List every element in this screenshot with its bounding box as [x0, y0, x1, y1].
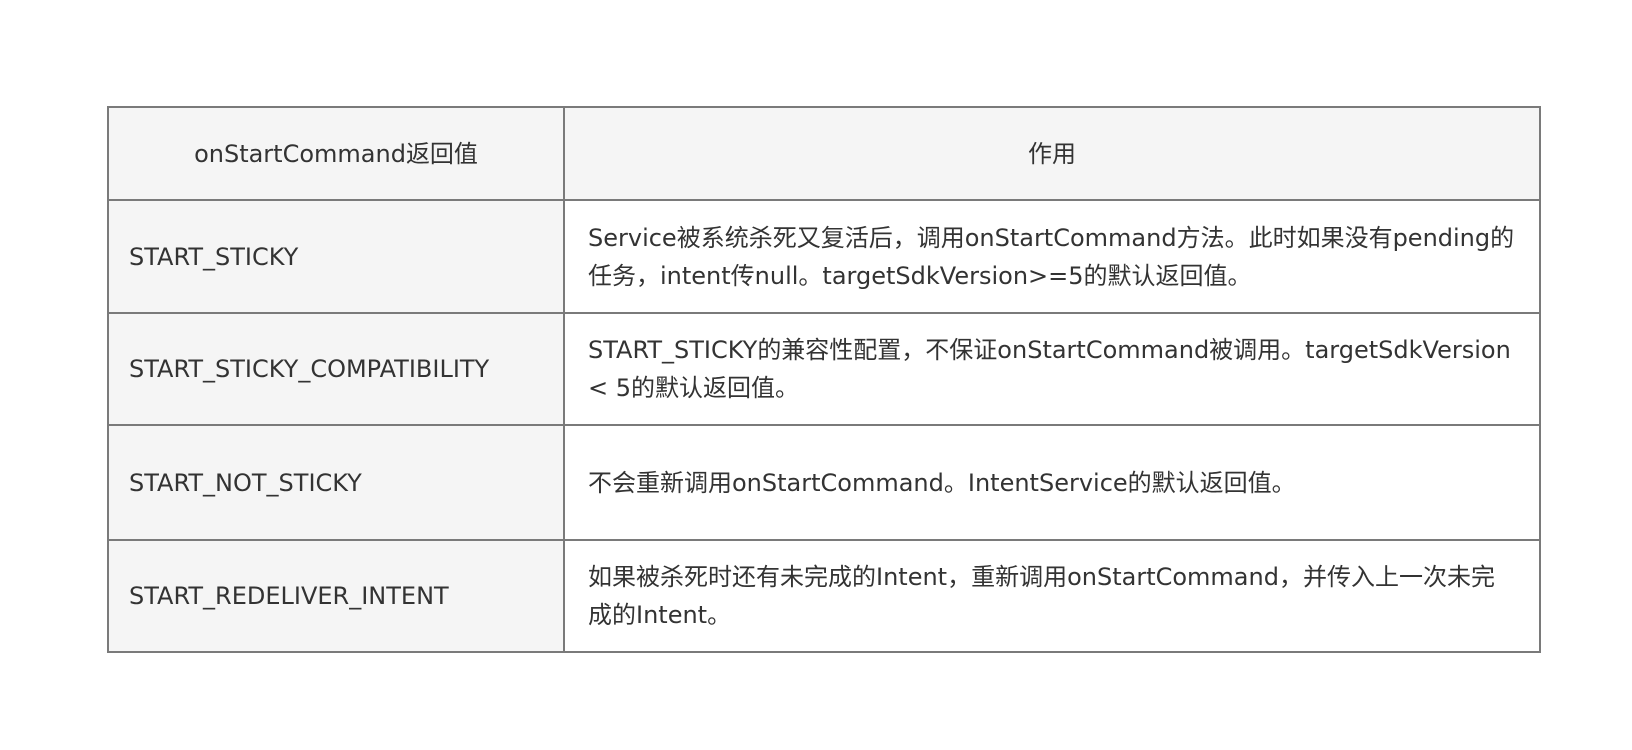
return-values-table: onStartCommand返回值 作用 START_STICKY Servic… — [107, 106, 1541, 653]
return-value-description: START_STICKY的兼容性配置，不保证onStartCommand被调用。… — [563, 312, 1541, 426]
description-text: Service被系统杀死又复活后，调用onStartCommand方法。此时如果… — [588, 223, 1515, 290]
return-value-name: START_REDELIVER_INTENT — [107, 539, 565, 653]
table-header-row: onStartCommand返回值 作用 — [107, 106, 1541, 201]
header-purpose: 作用 — [563, 106, 1541, 201]
header-return-value: onStartCommand返回值 — [107, 106, 565, 201]
description-text: 如果被杀死时还有未完成的Intent，重新调用onStartCommand，并传… — [588, 563, 1495, 629]
table-row: START_STICKY Service被系统杀死又复活后，调用onStartC… — [107, 199, 1541, 314]
return-value-name: START_STICKY — [107, 199, 565, 314]
table-row: START_STICKY_COMPATIBILITY START_STICKY的… — [107, 312, 1541, 426]
return-value-description: 不会重新调用onStartCommand。IntentService的默认返回值… — [563, 424, 1541, 541]
return-value-description: 如果被杀死时还有未完成的Intent，重新调用onStartCommand，并传… — [563, 539, 1541, 653]
description-text: START_STICKY的兼容性配置，不保证onStartCommand被调用。… — [588, 336, 1511, 402]
return-value-description: Service被系统杀死又复活后，调用onStartCommand方法。此时如果… — [563, 199, 1541, 314]
table-row: START_REDELIVER_INTENT 如果被杀死时还有未完成的Inten… — [107, 539, 1541, 653]
return-value-name: START_STICKY_COMPATIBILITY — [107, 312, 565, 426]
table-row: START_NOT_STICKY 不会重新调用onStartCommand。In… — [107, 424, 1541, 541]
description-text: 不会重新调用onStartCommand。IntentService的默认返回值… — [588, 468, 1296, 497]
return-value-name: START_NOT_STICKY — [107, 424, 565, 541]
